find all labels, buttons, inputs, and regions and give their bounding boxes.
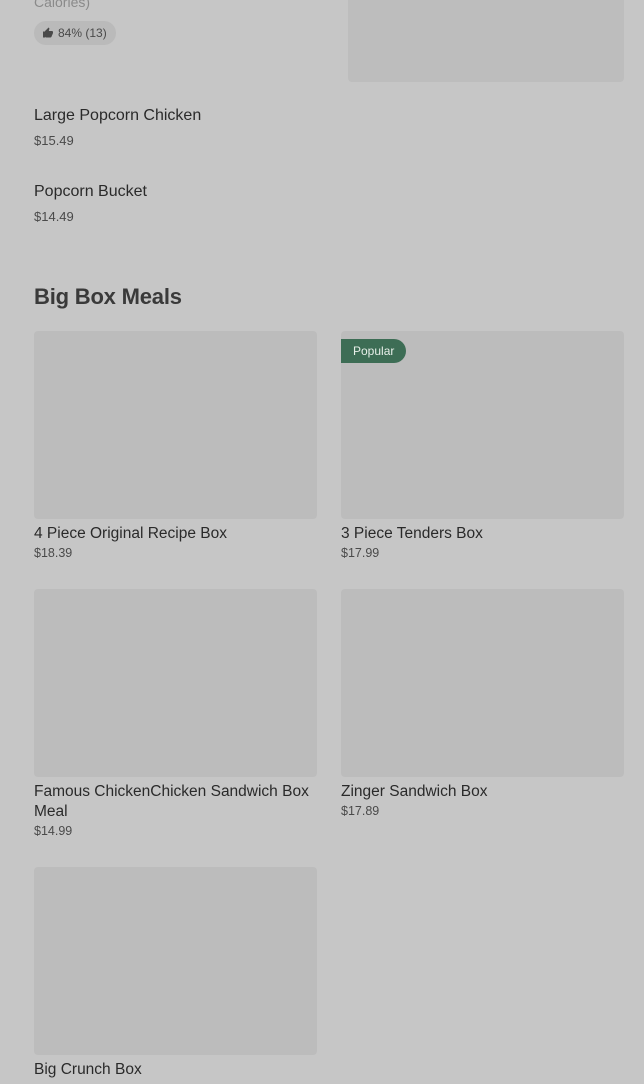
item-image[interactable] xyxy=(341,589,624,777)
item-name: Popcorn Bucket xyxy=(34,183,147,200)
item-price: $14.99 xyxy=(34,824,73,838)
item-image[interactable] xyxy=(34,589,317,777)
menu-card[interactable]: 4 Piece Original Recipe Box $18.39 xyxy=(34,331,317,560)
previous-item-image[interactable] xyxy=(348,0,624,82)
item-image[interactable] xyxy=(34,867,317,1055)
item-price: $14.49 xyxy=(34,209,74,224)
thumbs-up-icon xyxy=(43,27,53,38)
rating-badge: 84% (13) xyxy=(34,21,116,45)
popular-badge: Popular xyxy=(341,339,407,363)
item-name: Large Popcorn Chicken xyxy=(34,107,202,124)
menu-card[interactable]: Popular 3 Piece Tenders Box $17.99 xyxy=(341,331,624,560)
item-name: Famous ChickenChicken Sandwich Box Meal xyxy=(34,783,309,820)
menu-card[interactable]: Zinger Sandwich Box $17.89 xyxy=(341,589,624,818)
section-title: Big Box Meals xyxy=(34,284,182,309)
item-name: Zinger Sandwich Box xyxy=(341,783,488,800)
list-item[interactable]: Popcorn Bucket $14.49 xyxy=(34,183,147,224)
menu-card[interactable]: Big Crunch Box xyxy=(34,867,317,1080)
item-name: 3 Piece Tenders Box xyxy=(341,525,483,542)
menu-card[interactable]: Famous ChickenChicken Sandwich Box Meal … xyxy=(34,589,317,838)
list-item[interactable]: Large Popcorn Chicken $15.49 xyxy=(34,107,201,148)
item-price: $15.49 xyxy=(34,133,74,148)
previous-item-calories: Calories) xyxy=(34,0,91,10)
item-image[interactable]: Popular xyxy=(341,331,624,519)
item-name: 4 Piece Original Recipe Box xyxy=(34,525,227,542)
item-price: $18.39 xyxy=(34,546,73,560)
rating-text: 84% (13) xyxy=(58,26,107,40)
item-price: $17.99 xyxy=(341,546,380,560)
item-price: $17.89 xyxy=(341,804,380,818)
item-image[interactable] xyxy=(34,331,317,519)
item-name: Big Crunch Box xyxy=(34,1061,142,1078)
